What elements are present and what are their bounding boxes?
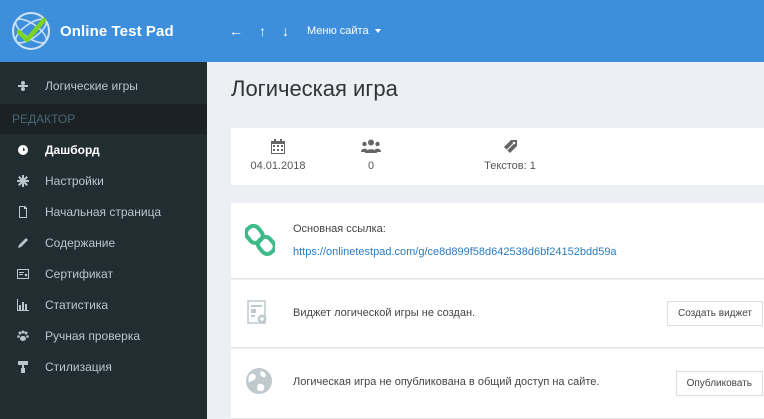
sidebar-item-label: Логические игры	[45, 79, 138, 93]
calendar-icon	[271, 138, 285, 154]
up-arrow-icon[interactable]: ↑	[259, 23, 266, 39]
sidebar: Online Test Pad Логические игры РЕДАКТОР…	[0, 0, 207, 419]
pencil-icon	[17, 237, 29, 249]
sidebar-item-label: Содержание	[45, 235, 116, 250]
stat-date: 04.01.2018	[247, 128, 309, 185]
main-link-card: Основная ссылка: https://onlinetestpad.c…	[231, 203, 764, 279]
users-icon	[361, 138, 381, 154]
sidebar-item-label: Начальная страница	[45, 204, 162, 219]
dashboard-icon	[17, 144, 29, 156]
page-title: Логическая игра	[231, 76, 398, 101]
widget-settings-icon	[247, 300, 269, 333]
puzzle-icon	[17, 80, 29, 92]
stat-date-value: 04.01.2018	[250, 160, 306, 172]
publish-card: Логическая игра не опубликована в общий …	[231, 349, 764, 419]
sidebar-item-label: Статистика	[45, 297, 109, 312]
sidebar-item-statistics[interactable]: Статистика	[0, 289, 207, 320]
certificate-icon	[17, 268, 29, 280]
stat-texts-value: Текстов: 1	[484, 160, 536, 172]
sidebar-item-content[interactable]: Содержание	[0, 227, 207, 258]
globe-icon	[245, 367, 273, 400]
app-name: Online Test Pad	[60, 22, 174, 40]
main-link-url[interactable]: https://onlinetestpad.com/g/ce8d899f58d6…	[293, 246, 617, 258]
paint-icon	[17, 360, 29, 373]
widget-status-text: Виджет логической игры не создан.	[293, 307, 476, 319]
main-link-label: Основная ссылка:	[293, 223, 386, 235]
sidebar-item-label: Ручная проверка	[45, 328, 141, 343]
down-arrow-icon[interactable]: ↓	[282, 23, 289, 39]
gear-icon	[17, 174, 29, 187]
publish-status-text: Логическая игра не опубликована в общий …	[293, 376, 600, 388]
stat-users: 0	[359, 128, 383, 185]
stats-panel: 04.01.2018 0 Текстов: 1	[231, 128, 764, 185]
app-logo[interactable]: Online Test Pad	[0, 0, 207, 62]
sidebar-item-label: Настройки	[45, 173, 104, 188]
tags-icon	[503, 138, 518, 154]
site-menu-dropdown[interactable]: Меню сайта	[307, 25, 381, 37]
create-widget-button[interactable]: Создать виджет	[666, 301, 763, 326]
caret-down-icon	[374, 29, 381, 33]
file-icon	[17, 205, 29, 218]
sidebar-item-certificate[interactable]: Сертификат	[0, 258, 207, 289]
sidebar-item-manual-check[interactable]: Ручная проверка	[0, 320, 207, 351]
sidebar-item-label: Стилизация	[45, 359, 112, 374]
widget-card: Виджет логической игры не создан. Создат…	[231, 280, 764, 348]
site-menu-label: Меню сайта	[307, 25, 369, 37]
bar-chart-icon	[17, 298, 29, 311]
sidebar-item-label: Сертификат	[45, 266, 113, 281]
sidebar-item-dashboard[interactable]: Дашборд	[0, 134, 207, 165]
chain-link-icon	[243, 223, 277, 261]
sidebar-item-logic-games[interactable]: Логические игры	[0, 71, 207, 101]
sidebar-item-start-page[interactable]: Начальная страница	[0, 196, 207, 227]
publish-button[interactable]: Опубликовать	[675, 371, 763, 396]
logo-icon	[12, 12, 50, 50]
sidebar-section-editor: РЕДАКТОР	[0, 104, 207, 134]
sidebar-item-settings[interactable]: Настройки	[0, 165, 207, 196]
sidebar-item-styling[interactable]: Стилизация	[0, 351, 207, 382]
back-arrow-icon[interactable]: ←	[229, 23, 243, 39]
top-navbar: ← ↑ ↓ Меню сайта	[207, 0, 764, 62]
paw-icon	[17, 330, 29, 342]
stat-texts: Текстов: 1	[475, 128, 545, 185]
main-content: Логическая игра 04.01.2018 0 Текстов: 1	[207, 62, 764, 419]
sidebar-item-label: Дашборд	[45, 142, 100, 157]
stat-users-value: 0	[367, 160, 375, 172]
